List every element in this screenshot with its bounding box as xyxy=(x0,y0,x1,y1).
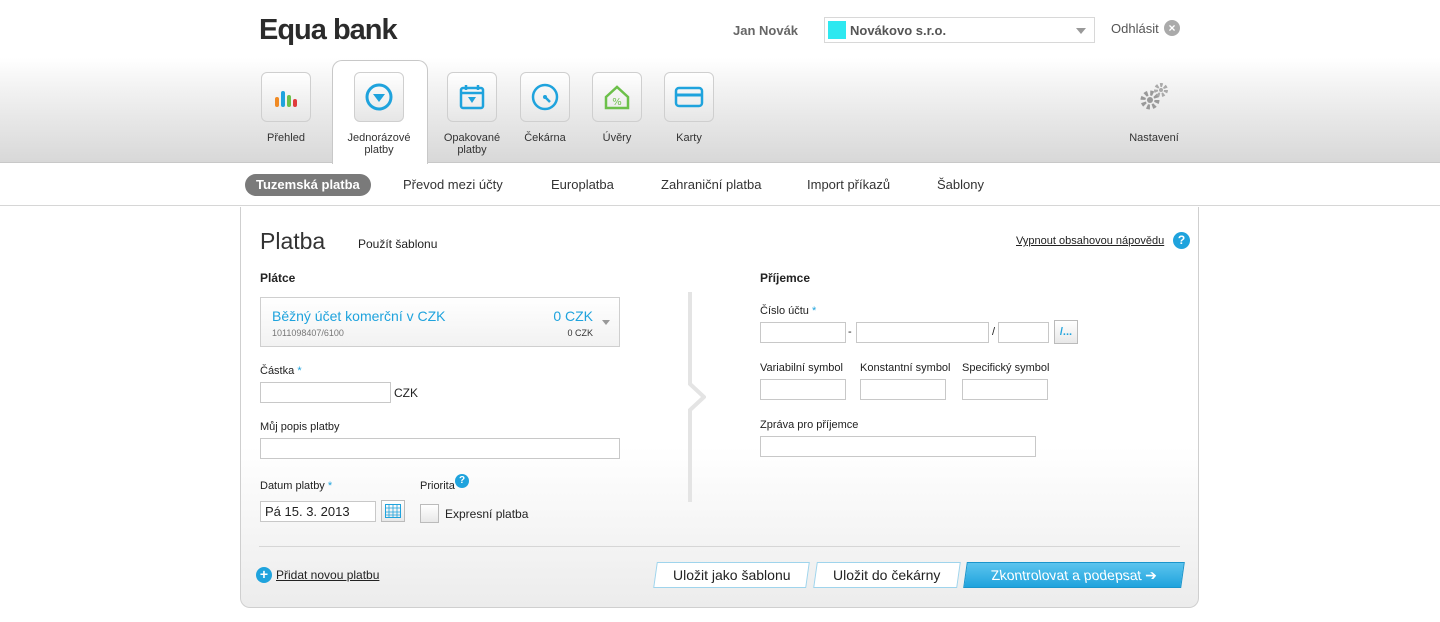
add-payment-link[interactable]: Přidat novou platbu xyxy=(276,568,379,582)
priority-label: Priorita xyxy=(420,480,455,492)
user-name: Jan Novák xyxy=(733,23,799,38)
gear-icon xyxy=(1140,83,1168,110)
tab-transfer-accounts[interactable]: Převod mezi účty xyxy=(392,174,514,196)
chart-icon xyxy=(275,91,297,107)
nav-label: Přehled xyxy=(267,132,305,144)
logout-link[interactable]: Odhlásit xyxy=(1111,21,1159,36)
specific-symbol-label: Specifický symbol xyxy=(962,362,1050,374)
calendar-button[interactable] xyxy=(381,500,405,522)
constant-symbol-input[interactable] xyxy=(860,379,946,400)
date-input[interactable] xyxy=(260,501,376,522)
nav-label: Karty xyxy=(676,132,702,144)
payer-account-select[interactable]: Běžný účet komerční v CZK 1011098407/610… xyxy=(260,297,620,347)
help-icon[interactable]: ? xyxy=(1173,232,1190,249)
express-checkbox[interactable] xyxy=(420,504,439,523)
recipient-heading: Příjemce xyxy=(760,271,811,285)
amount-input[interactable] xyxy=(260,382,391,403)
bank-code-separator: / xyxy=(992,326,996,338)
nav-icon-box: % xyxy=(592,72,642,122)
timer-icon xyxy=(531,83,559,111)
variable-symbol-label: Variabilní symbol xyxy=(760,362,843,374)
tab-import-orders[interactable]: Import příkazů xyxy=(796,174,901,196)
account-number-label: Číslo účtu * xyxy=(760,305,817,317)
nav-label: Úvěry xyxy=(602,132,632,144)
nav-label: Opakované platby xyxy=(443,132,501,156)
message-label: Zpráva pro příjemce xyxy=(760,419,859,431)
calendar-icon xyxy=(459,85,485,110)
bank-code-input[interactable] xyxy=(998,322,1049,343)
prefix-separator: - xyxy=(848,326,852,338)
nav-label: Nastavení xyxy=(1129,132,1179,144)
chevron-down-icon xyxy=(1076,28,1086,34)
account-name: Běžný účet komerční v CZK xyxy=(272,308,446,324)
amount-currency: CZK xyxy=(394,386,418,400)
section-divider xyxy=(688,292,706,502)
close-icon[interactable]: × xyxy=(1164,20,1180,36)
bank-code-lookup-button[interactable]: /... xyxy=(1054,320,1078,344)
chevron-down-icon xyxy=(602,320,610,325)
company-name: Novákovo s.r.o. xyxy=(850,22,947,38)
amount-label: Částka * xyxy=(260,365,302,377)
nav-icon-box xyxy=(1118,72,1190,122)
help-toggle-link[interactable]: Vypnout obsahovou nápovědu xyxy=(1016,235,1164,247)
top-bar: Equa bank Jan Novák Novákovo s.r.o. Odhl… xyxy=(0,0,1440,58)
account-available: 0 CZK xyxy=(567,328,593,338)
divider xyxy=(259,546,1180,547)
nav-icon-box xyxy=(354,72,404,122)
constant-symbol-label: Konstantní symbol xyxy=(860,362,951,374)
svg-text:%: % xyxy=(612,97,622,108)
house-percent-icon: % xyxy=(604,85,630,110)
plus-icon[interactable]: + xyxy=(256,567,272,583)
nav-item-waiting[interactable]: Čekárna xyxy=(509,72,581,144)
payment-icon xyxy=(365,83,393,111)
message-input[interactable] xyxy=(760,436,1036,457)
account-number-input[interactable] xyxy=(856,322,989,343)
use-template-link[interactable]: Použít šablonu xyxy=(358,237,437,251)
nav-label: Jednorázové platby xyxy=(347,132,411,156)
bank-logo[interactable]: Equa bank xyxy=(259,14,398,47)
save-template-button[interactable]: Uložit jako šablonu xyxy=(653,562,810,588)
page-title: Platba xyxy=(260,228,326,254)
nav-icon-box xyxy=(447,72,497,122)
save-waiting-button[interactable]: Uložit do čekárny xyxy=(813,562,961,588)
card-icon xyxy=(674,86,704,108)
help-icon[interactable]: ? xyxy=(455,474,469,488)
nav-item-recurring-payments[interactable]: Opakované platby xyxy=(436,72,508,156)
variable-symbol-input[interactable] xyxy=(760,379,846,400)
nav-item-settings[interactable]: Nastavení xyxy=(1118,72,1190,144)
my-description-input[interactable] xyxy=(260,438,620,459)
tab-domestic-payment[interactable]: Tuzemská platba xyxy=(245,174,371,196)
company-select[interactable]: Novákovo s.r.o. xyxy=(824,17,1095,43)
calendar-icon xyxy=(385,504,401,518)
payment-panel xyxy=(240,207,1199,608)
account-prefix-input[interactable] xyxy=(760,322,846,343)
my-description-label: Můj popis platby xyxy=(260,421,340,433)
nav-icon-box xyxy=(520,72,570,122)
nav-label: Čekárna xyxy=(524,132,566,144)
nav-icon-box xyxy=(261,72,311,122)
account-number: 1011098407/6100 xyxy=(272,328,344,338)
nav-icon-box xyxy=(664,72,714,122)
nav-item-overview[interactable]: Přehled xyxy=(250,72,322,144)
tab-templates[interactable]: Šablony xyxy=(926,174,995,196)
tab-foreign-payment[interactable]: Zahraniční platba xyxy=(650,174,772,196)
express-label: Expresní platba xyxy=(445,507,529,521)
arrow-right-icon: ➔ xyxy=(1144,567,1159,583)
company-color-swatch xyxy=(828,21,846,39)
date-label: Datum platby * xyxy=(260,480,333,492)
account-balance: 0 CZK xyxy=(553,308,593,324)
nav-item-single-payments[interactable]: Jednorázové platby xyxy=(343,72,415,156)
nav-item-cards[interactable]: Karty xyxy=(653,72,725,144)
nav-item-loans[interactable]: % Úvěry xyxy=(581,72,653,144)
tab-europayment[interactable]: Europlatba xyxy=(540,174,625,196)
check-sign-button[interactable]: Zkontrolovat a podepsat ➔ xyxy=(963,562,1185,588)
payer-heading: Plátce xyxy=(260,271,296,285)
specific-symbol-input[interactable] xyxy=(962,379,1048,400)
